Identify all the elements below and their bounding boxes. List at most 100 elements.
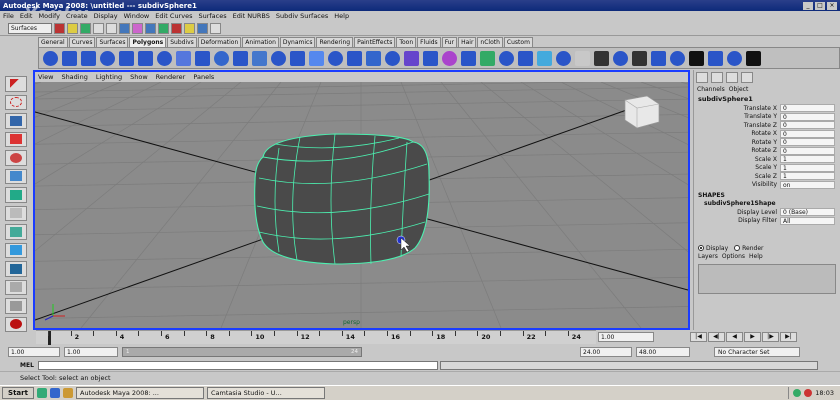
menu-display[interactable]: Display bbox=[94, 12, 118, 20]
triangulate-icon[interactable] bbox=[442, 50, 457, 66]
panel-menu-shading[interactable]: Shading bbox=[61, 73, 87, 81]
step-forward-button[interactable]: |▶ bbox=[762, 332, 779, 342]
quicklaunch-ie-icon[interactable] bbox=[50, 388, 60, 398]
select-component-icon[interactable] bbox=[119, 22, 130, 34]
bridge-icon[interactable] bbox=[632, 50, 647, 66]
paint-select-tool-button[interactable] bbox=[5, 113, 27, 129]
channel-translate-x[interactable]: Translate X0 bbox=[694, 104, 840, 113]
layout-graph-button[interactable] bbox=[5, 279, 27, 295]
quicklaunch-media-icon[interactable] bbox=[63, 388, 73, 398]
command-input[interactable] bbox=[38, 360, 438, 370]
poly-helix-icon[interactable] bbox=[214, 50, 229, 66]
play-back-button[interactable]: ◀ bbox=[726, 332, 743, 342]
split-polygon-icon[interactable] bbox=[556, 50, 571, 66]
cleanup-icon[interactable] bbox=[423, 50, 438, 66]
shape-node-name[interactable]: subdivSphere1Shape bbox=[694, 200, 840, 208]
attr-value-field[interactable]: 0 bbox=[780, 129, 835, 138]
maximize-button[interactable]: □ bbox=[815, 1, 825, 10]
save-scene-icon[interactable] bbox=[80, 22, 91, 34]
poly-cube-icon[interactable] bbox=[62, 50, 77, 66]
reduce-icon[interactable] bbox=[404, 50, 419, 66]
start-button[interactable]: Start bbox=[2, 387, 34, 399]
channel-scale-y[interactable]: Scale Y1 bbox=[694, 163, 840, 173]
taskbar-maya-button[interactable]: Autodesk Maya 2008: ... bbox=[76, 387, 204, 399]
menu-edit-curves[interactable]: Edit Curves bbox=[155, 12, 192, 20]
shape-channel-display-level[interactable]: Display Level 0 (Base) bbox=[694, 208, 840, 217]
append-polygon-icon[interactable] bbox=[537, 50, 552, 66]
history-icon[interactable] bbox=[171, 22, 182, 34]
channels-menu[interactable]: Channels bbox=[697, 86, 725, 95]
render-layer-radio[interactable]: Render bbox=[734, 245, 764, 252]
channel-scale-z[interactable]: Scale Z1 bbox=[694, 172, 840, 181]
shelf-tab-toon[interactable]: Toon bbox=[396, 37, 417, 47]
channel-rotate-z[interactable]: Rotate Z0 bbox=[694, 146, 840, 156]
poly-torus-icon[interactable] bbox=[138, 50, 153, 66]
channel-rotate-y[interactable]: Rotate Y0 bbox=[694, 138, 840, 147]
poly-platonic-icon[interactable] bbox=[252, 50, 267, 66]
maya-logo-button[interactable] bbox=[5, 316, 27, 332]
current-frame-field[interactable]: 1.00 bbox=[598, 332, 654, 342]
bevel-icon[interactable] bbox=[651, 50, 666, 66]
playback-start-field[interactable]: 1.00 bbox=[64, 347, 118, 357]
menu-set-dropdown[interactable]: Surfaces bbox=[8, 22, 52, 34]
layout-outliner-button[interactable] bbox=[5, 261, 27, 277]
panel-menu-renderer[interactable]: Renderer bbox=[156, 73, 186, 81]
layout-four-button[interactable] bbox=[5, 242, 27, 258]
shelf-tab-custom[interactable]: Custom bbox=[503, 37, 533, 47]
menu-surfaces[interactable]: Surfaces bbox=[198, 12, 226, 20]
lasso-tool-button[interactable] bbox=[5, 94, 27, 110]
snap-curve-icon[interactable] bbox=[145, 22, 156, 34]
menu-subdiv-surfaces[interactable]: Subdiv Surfaces bbox=[276, 12, 328, 20]
manipulator-tool-button[interactable] bbox=[5, 187, 27, 203]
poly-cone-icon[interactable] bbox=[100, 50, 115, 66]
play-forward-button[interactable]: ▶ bbox=[744, 332, 761, 342]
menu-window[interactable]: Window bbox=[124, 12, 150, 20]
layout-toolsettings-icon[interactable] bbox=[726, 72, 738, 83]
close-button[interactable]: × bbox=[827, 1, 837, 10]
mel-label[interactable]: MEL bbox=[0, 362, 38, 369]
extract-icon[interactable] bbox=[309, 50, 324, 66]
separate-icon[interactable] bbox=[290, 50, 305, 66]
layout-attr-icon[interactable] bbox=[711, 72, 723, 83]
attr-value-field[interactable]: 0 bbox=[780, 138, 835, 147]
tray-network-icon[interactable] bbox=[793, 389, 802, 397]
layout-single-button[interactable] bbox=[5, 224, 27, 240]
menu-edit-nurbs[interactable]: Edit NURBS bbox=[233, 12, 270, 20]
boolean-diff-icon[interactable] bbox=[347, 50, 362, 66]
shelf-tab-polygons[interactable]: Polygons bbox=[129, 37, 167, 47]
shelf-tab-painteffects[interactable]: PaintEffects bbox=[354, 37, 396, 47]
extrude-icon[interactable] bbox=[613, 50, 628, 66]
move-tool-button[interactable] bbox=[5, 131, 27, 147]
start-time-field[interactable]: 1.00 bbox=[8, 347, 60, 357]
range-bar[interactable]: 1 24 bbox=[122, 347, 362, 357]
channel-translate-z[interactable]: Translate Z0 bbox=[694, 121, 840, 130]
smooth-icon[interactable] bbox=[385, 50, 400, 66]
help-menu[interactable]: Help bbox=[749, 253, 763, 262]
snap-point-icon[interactable] bbox=[158, 22, 169, 34]
display-layer-radio[interactable]: Display bbox=[698, 245, 728, 252]
panel-menu-show[interactable]: Show bbox=[130, 73, 148, 81]
panel-menu-lighting[interactable]: Lighting bbox=[96, 73, 122, 81]
menu-file[interactable]: File bbox=[3, 12, 14, 20]
object-menu[interactable]: Object bbox=[729, 86, 749, 95]
boolean-union-icon[interactable] bbox=[328, 50, 343, 66]
layout-both-icon[interactable] bbox=[741, 72, 753, 83]
menu-edit[interactable]: Edit bbox=[20, 12, 33, 20]
poly-prism-icon[interactable] bbox=[157, 50, 172, 66]
shelf-tab-rendering[interactable]: Rendering bbox=[316, 37, 354, 47]
options-menu[interactable]: Options bbox=[722, 253, 745, 262]
menu-modify[interactable]: Modify bbox=[38, 12, 60, 20]
open-scene-icon[interactable] bbox=[67, 22, 78, 34]
attr-value-field[interactable]: on bbox=[780, 180, 835, 189]
shelf-tab-deformation[interactable]: Deformation bbox=[197, 37, 242, 47]
step-back-button[interactable]: ◀| bbox=[708, 332, 725, 342]
subdiv-sphere[interactable] bbox=[254, 133, 430, 265]
poly-sphere-icon[interactable] bbox=[43, 50, 58, 66]
select-hierarchy-icon[interactable] bbox=[93, 22, 104, 34]
attr-value-field[interactable]: 0 bbox=[780, 121, 835, 130]
attr-value-field[interactable]: 0 bbox=[780, 146, 835, 155]
last-tool-button[interactable] bbox=[5, 205, 27, 221]
insert-edge-loop-icon[interactable] bbox=[575, 50, 590, 66]
layers-menu[interactable]: Layers bbox=[698, 253, 718, 262]
select-object-icon[interactable] bbox=[106, 22, 117, 34]
